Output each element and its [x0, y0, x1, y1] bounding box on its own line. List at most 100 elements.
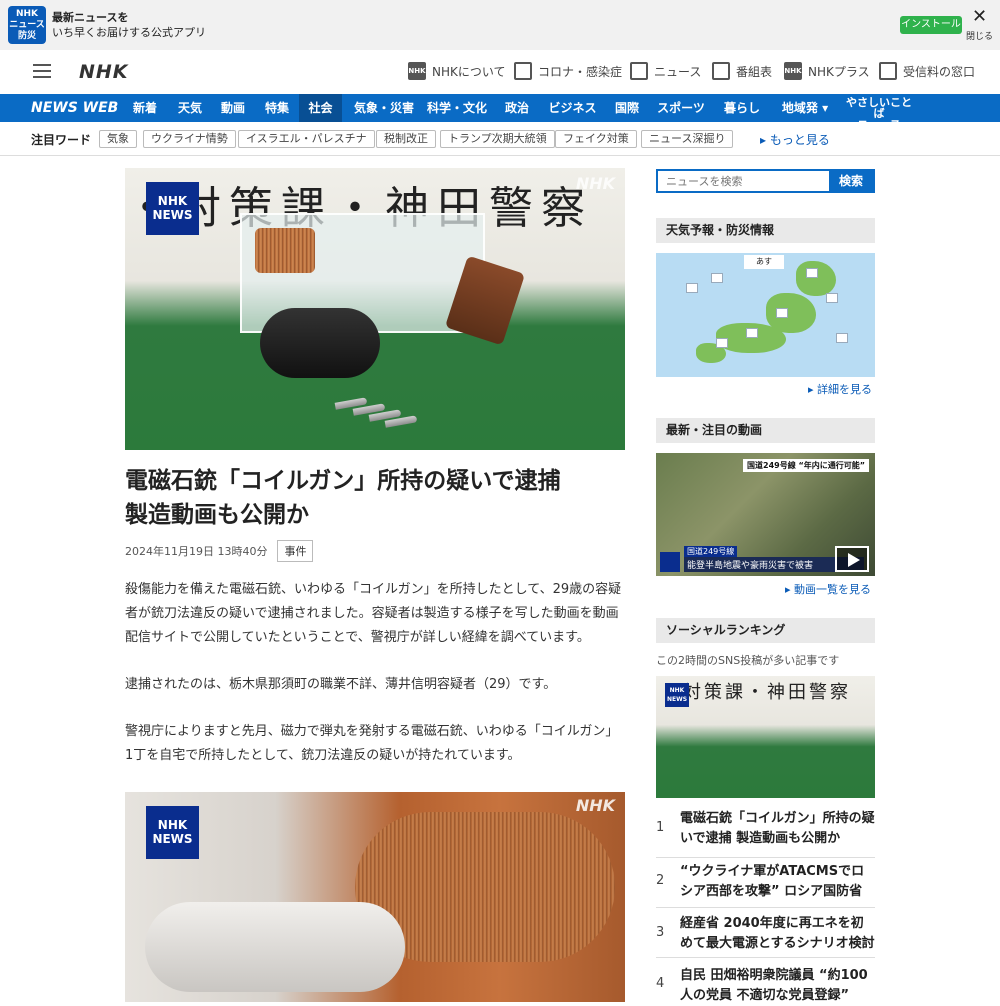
article-date: 2024年11月19日 13時40分 [125, 545, 268, 558]
site-header: NHK NHK NHKについて コロナ・感染症 ニュース 番組表 NHK NHKプラ… [0, 50, 1000, 94]
weather-section-title[interactable]: 天気予報・防災情報 [656, 218, 875, 243]
nav-item-video[interactable]: 動画 [213, 94, 253, 122]
nhk-icon: NHK [408, 62, 426, 80]
ranking-top-image[interactable]: ・対策課・神田警察 NHK NEWS [656, 676, 875, 798]
weather-details-link[interactable]: ▸ 詳細を見る [808, 381, 872, 397]
article-paragraph: 殺傷能力を備えた電磁石銃、いわゆる「コイルガン」を所持したとして、29歳の容疑者… [125, 582, 622, 645]
ranking-item[interactable]: 3 経産省 2040年度に再エネを初めて最大電源とするシナリオ検討 [656, 910, 875, 958]
weather-cloud-icon [836, 333, 848, 343]
virus-icon [514, 62, 532, 80]
nhk-news-app-logo: NHK ニュース 防災 [8, 6, 46, 44]
category-tag[interactable]: 事件 [277, 540, 314, 562]
header-link-corona[interactable]: コロナ・感染症 [514, 62, 622, 80]
weather-cloud-icon [826, 293, 838, 303]
search-input[interactable] [658, 171, 829, 191]
header-link-about[interactable]: NHK NHKについて [408, 62, 506, 80]
tag-tax-reform[interactable]: 税制改正 [376, 130, 436, 148]
tag-trump[interactable]: トランプ次期大統領 [440, 130, 555, 148]
nav-item-society[interactable]: 社会 [299, 94, 342, 122]
tag-deep-dive[interactable]: ニュース深掘り [641, 130, 734, 148]
ranking-item[interactable]: 2 “ウクライナ軍がATACMSでロシア西部を攻撃” ロシア国防省 [656, 860, 875, 908]
ranking-item[interactable]: 4 自民 田畑裕明衆院議員 “約100人の党員 不適切な党員登録” [656, 962, 875, 1003]
menu-icon[interactable] [33, 64, 51, 78]
ranking-item[interactable]: 1 電磁石銃「コイルガン」所持の疑いで逮捕 製造動画も公開か [656, 808, 875, 858]
video-list-link[interactable]: ▸ 動画一覧を見る [785, 581, 871, 597]
category-nav: NEWS WEB 新着 天気 動画 特集 社会 気象・災害 科学・文化 政治 ビ… [0, 94, 1000, 130]
install-button[interactable]: インストール [900, 16, 962, 34]
ranking-image-text: ・対策課・神田警察 [662, 682, 851, 703]
schedule-icon [712, 62, 730, 80]
rank-number: 2 [656, 873, 665, 888]
map-land [796, 261, 836, 296]
trending-label: 注目ワード [31, 133, 92, 147]
nhk-news-badge: NHK NEWS [146, 806, 199, 859]
close-label[interactable]: 閉じる [966, 29, 993, 42]
weather-cloud-icon [806, 268, 818, 278]
reception-icon [879, 62, 897, 80]
news-web-logo[interactable]: NEWS WEB [31, 100, 118, 116]
more-words-link[interactable]: ▸ もっと見る [760, 131, 830, 148]
acrylic-tube [145, 902, 405, 992]
rank-title: 電磁石銃「コイルガン」所持の疑いで逮捕 製造動画も公開か [680, 811, 875, 846]
close-icon[interactable]: ✕ [972, 8, 987, 26]
app-install-banner: NHK ニュース 防災 最新ニュースを いち早くお届けする公式アプリ インストー… [0, 0, 1000, 50]
article-meta: 2024年11月19日 13時40分 事件 [125, 540, 314, 562]
tag-fake-countermeasures[interactable]: フェイク対策 [555, 130, 637, 148]
tag-weather[interactable]: 気象 [99, 130, 137, 148]
weather-map[interactable]: あす [656, 253, 875, 377]
nav-item-feature[interactable]: 特集 [257, 94, 297, 122]
nav-item-life[interactable]: 暮らし [718, 94, 766, 122]
weather-cloud-icon [686, 283, 698, 293]
ranking-section-title: ソーシャルランキング [656, 618, 875, 643]
weather-cloud-icon [711, 273, 723, 283]
nav-item-weather[interactable]: 天気 [170, 94, 210, 122]
nhk-logo[interactable]: NHK [79, 61, 129, 83]
nhkplus-icon: NHK [784, 62, 802, 80]
nhk-watermark: NHK [575, 174, 615, 193]
header-link-reception[interactable]: 受信料の窓口 [879, 62, 975, 80]
nav-item-international[interactable]: 国際 [607, 94, 647, 122]
nhk-news-badge: NHK NEWS [146, 182, 199, 235]
nhk-news-mini-logo [660, 552, 680, 572]
header-link-schedule[interactable]: 番組表 [712, 62, 772, 80]
featured-video-thumbnail[interactable]: 国道249号線 “年内に通行可能” 国道249号線 能登半島地震や豪雨災害で被害 [656, 453, 875, 576]
nav-item-sports[interactable]: スポーツ [652, 94, 710, 122]
nav-item-science[interactable]: 科学・文化 [424, 94, 490, 122]
weather-cloud-icon [746, 328, 758, 338]
rank-title: “ウクライナ軍がATACMSでロシア西部を攻撃” ロシア国防省 [680, 864, 865, 899]
rank-number: 4 [656, 976, 665, 991]
article-headline: 電磁石銃「コイルガン」所持の疑いで逮捕 製造動画も公開か [125, 468, 561, 528]
weather-cloud-icon [716, 338, 728, 348]
play-icon[interactable] [835, 546, 869, 572]
article-hero-image: ・対策課・神田警察 NHK NEWS NHK [125, 168, 625, 450]
header-link-news[interactable]: ニュース [630, 62, 701, 80]
news-icon [630, 62, 648, 80]
search-button[interactable]: 検索 [829, 171, 873, 191]
article-paragraph: 警視庁によりますと先月、磁力で弾丸を発射する電磁石銃、いわゆる「コイルガン」1丁… [125, 724, 619, 763]
nav-item-business[interactable]: ビジネス [544, 94, 601, 122]
ranking-note: この2時間のSNS投稿が多い記事です [656, 654, 840, 667]
rank-number: 3 [656, 925, 665, 940]
article-photo-coil-closeup: NHK NEWS NHK [125, 792, 625, 1002]
weather-cloud-icon [776, 308, 788, 318]
nhk-watermark: NHK [575, 796, 615, 815]
nav-item-disaster[interactable]: 気象・災害 [346, 94, 422, 122]
article-paragraph: 逮捕されたのは、栃木県那須町の職業不詳、薄井信明容疑者（29）です。 [125, 677, 557, 692]
rank-number: 1 [656, 820, 665, 835]
video-caption-top: 国道249号線 “年内に通行可能” [743, 459, 869, 472]
tag-ukraine[interactable]: ウクライナ情勢 [143, 130, 236, 148]
nav-item-latest[interactable]: 新着 [125, 94, 165, 122]
header-link-nhkplus[interactable]: NHK NHKプラス [784, 62, 870, 80]
video-section-title: 最新・注目の動画 [656, 418, 875, 443]
coilgun-barrel [260, 308, 380, 378]
nav-item-politics[interactable]: 政治 [495, 94, 539, 122]
coilgun-coil [255, 228, 315, 273]
tag-israel-palestine[interactable]: イスラエル・パレスチナ [238, 130, 375, 148]
weather-tab-tomorrow[interactable]: あす [744, 255, 784, 269]
banner-text: 最新ニュースを いち早くお届けする公式アプリ [52, 11, 206, 39]
nav-item-regional[interactable]: 地域発 ▾ [776, 94, 834, 122]
nav-item-easy-news[interactable]: やさしいことば ニュース [842, 94, 916, 130]
trending-words: 注目ワード 気象 ウクライナ情勢 イスラエル・パレスチナ 税制改正 トランプ次期… [0, 122, 1000, 156]
video-caption-tag: 国道249号線 [684, 546, 738, 557]
nhk-news-badge: NHK NEWS [665, 683, 689, 707]
